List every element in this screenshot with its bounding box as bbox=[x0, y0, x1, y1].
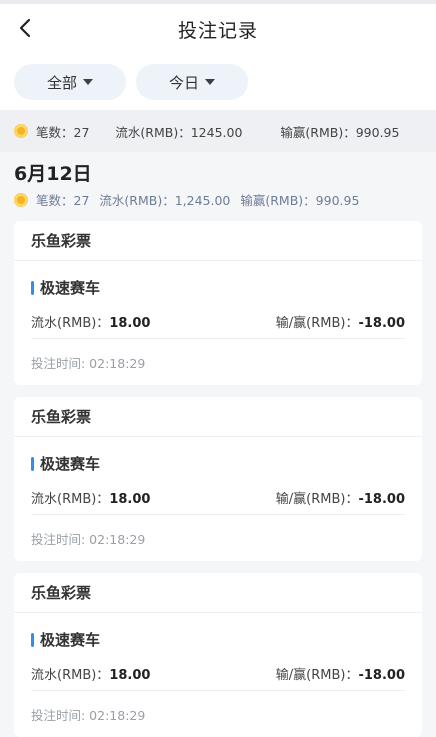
record-win: 输/赢(RMB)：-18.00 bbox=[275, 491, 405, 507]
record-lottery: 乐鱼彩票 bbox=[14, 221, 422, 261]
day-win: 输赢(RMB)：990.95 bbox=[240, 193, 360, 208]
record-amounts: 流水(RMB)：18.00 输/赢(RMB)：-18.00 bbox=[31, 660, 405, 691]
accent-bar bbox=[31, 280, 34, 295]
record-win-value: -18.00 bbox=[358, 315, 405, 331]
back-button[interactable] bbox=[14, 16, 38, 40]
record-game-name: 极速赛车 bbox=[40, 279, 101, 297]
record-card[interactable]: 乐鱼彩票 极速赛车 流水(RMB)：18.00 输/赢(RMB)：-18.00 … bbox=[14, 573, 422, 737]
record-amounts: 流水(RMB)：18.00 输/赢(RMB)：-18.00 bbox=[31, 484, 405, 515]
record-lottery: 乐鱼彩票 bbox=[14, 573, 422, 613]
day-title: 6月12日 bbox=[14, 163, 92, 185]
page-title: 投注记录 bbox=[177, 19, 258, 42]
day-summary: 笔数：27 流水(RMB)：1,245.00 输赢(RMB)：990.95 bbox=[14, 190, 422, 209]
accent-bar bbox=[31, 456, 34, 471]
filter-type-dropdown[interactable]: 全部 bbox=[14, 64, 126, 100]
record-game: 极速赛车 bbox=[31, 437, 405, 484]
summary-win: 输赢(RMB)：990.95 bbox=[280, 124, 400, 140]
record-time: 投注时间: 02:18:29 bbox=[31, 707, 146, 723]
page-header: 投注记录 bbox=[0, 4, 436, 54]
filter-date-dropdown[interactable]: 今日 bbox=[136, 64, 248, 100]
record-card[interactable]: 乐鱼彩票 极速赛车 流水(RMB)：18.00 输/赢(RMB)：-18.00 … bbox=[14, 397, 422, 561]
caret-down-icon bbox=[83, 79, 93, 85]
total-summary: 笔数：27 流水(RMB)：1245.00 输赢(RMB)：990.95 bbox=[0, 110, 436, 152]
record-game-name: 极速赛车 bbox=[40, 455, 101, 473]
record-win-value: -18.00 bbox=[358, 491, 405, 507]
record-flow-value: 18.00 bbox=[109, 667, 151, 683]
record-win-value: -18.00 bbox=[358, 667, 405, 683]
record-win: 输/赢(RMB)：-18.00 bbox=[275, 667, 405, 683]
record-amounts: 流水(RMB)：18.00 输/赢(RMB)：-18.00 bbox=[31, 308, 405, 339]
coin-icon bbox=[14, 192, 28, 207]
caret-down-icon bbox=[205, 79, 215, 85]
record-win: 输/赢(RMB)：-18.00 bbox=[275, 315, 405, 331]
record-card[interactable]: 乐鱼彩票 极速赛车 流水(RMB)：18.00 输/赢(RMB)：-18.00 … bbox=[14, 221, 422, 385]
record-game-name: 极速赛车 bbox=[40, 631, 101, 649]
filter-bar: 全部 今日 bbox=[0, 54, 436, 110]
record-flow: 流水(RMB)：18.00 bbox=[31, 667, 151, 683]
day-count: 笔数：27 bbox=[36, 193, 90, 208]
filter-date-label: 今日 bbox=[168, 73, 199, 92]
record-flow-value: 18.00 bbox=[109, 491, 151, 507]
summary-count: 笔数：27 bbox=[36, 124, 90, 140]
day-group-header: 6月12日 笔数：27 流水(RMB)：1,245.00 输赢(RMB)：990… bbox=[0, 152, 436, 209]
record-flow: 流水(RMB)：18.00 bbox=[31, 315, 151, 331]
coin-icon bbox=[14, 124, 28, 138]
chevron-left-icon bbox=[19, 18, 31, 38]
record-flow: 流水(RMB)：18.00 bbox=[31, 491, 151, 507]
day-flow: 流水(RMB)：1,245.00 bbox=[99, 193, 231, 208]
record-game: 极速赛车 bbox=[31, 613, 405, 660]
record-time: 投注时间: 02:18:29 bbox=[31, 531, 146, 547]
record-lottery: 乐鱼彩票 bbox=[14, 397, 422, 437]
accent-bar bbox=[31, 632, 34, 647]
record-game: 极速赛车 bbox=[31, 261, 405, 308]
record-time: 投注时间: 02:18:29 bbox=[31, 355, 146, 371]
filter-type-label: 全部 bbox=[46, 73, 77, 92]
summary-flow: 流水(RMB)：1245.00 bbox=[115, 124, 243, 140]
record-list: 乐鱼彩票 极速赛车 流水(RMB)：18.00 输/赢(RMB)：-18.00 … bbox=[0, 209, 436, 737]
record-flow-value: 18.00 bbox=[109, 315, 151, 331]
